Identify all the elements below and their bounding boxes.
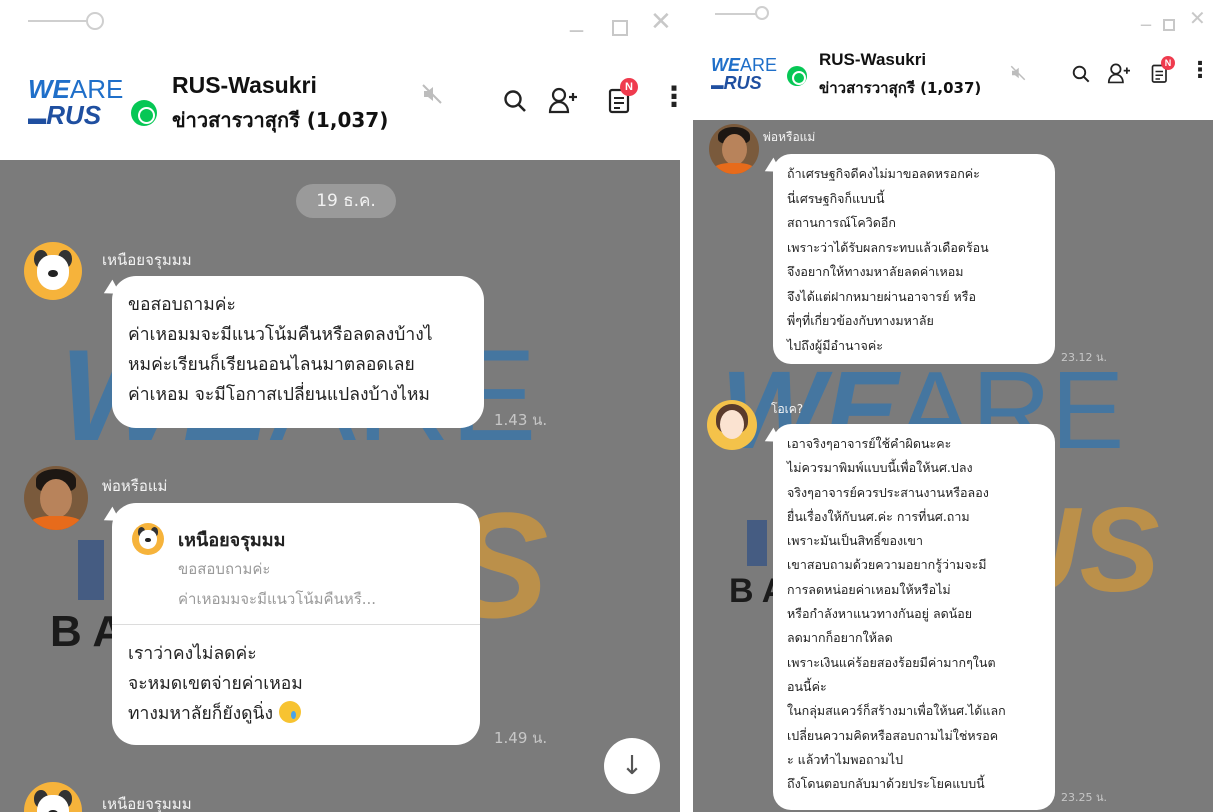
message-line: เอาจริงๆอาจารย์ใช้คำผิดนะคะ xyxy=(787,436,952,451)
avatar[interactable] xyxy=(709,124,759,174)
quote-avatar xyxy=(132,523,164,555)
message-line: อนนี้ค่ะ xyxy=(787,678,827,694)
message-line: จึงได้แต่ฝากหมายผ่านอาจารย์ หรือ xyxy=(787,288,976,304)
quote-text: ค่าเหอมมจะมีแนวโน้มคืนหรื... xyxy=(178,590,377,608)
message-line: ยื่นเรื่องให้กับนศ.ค่ะ การที่นศ.ถาม xyxy=(787,508,970,524)
sender-name: เหนือยจรุมมม xyxy=(102,795,192,812)
message-line: ะ แล้วทำไมพอถามไป xyxy=(787,751,904,767)
avatar[interactable] xyxy=(24,242,82,300)
message-line: การลดหน่อยค่าเหอมให้หรือไม่ xyxy=(787,581,951,597)
close-icon[interactable]: ✕ xyxy=(650,8,672,36)
avatar[interactable] xyxy=(707,400,757,450)
mute-icon xyxy=(420,82,444,112)
chat-area[interactable]: WEARE US B A 19 ธ.ค. เหนือยจรุมมม ขอสอบถ… xyxy=(0,160,680,812)
menu-icon[interactable]: ⋮ xyxy=(660,80,680,113)
close-icon[interactable]: ✕ xyxy=(1189,4,1206,32)
group-status-icon xyxy=(131,100,157,126)
avatar[interactable] xyxy=(24,466,88,530)
chat-window-left: _ ✕ WEARE ▬RUS RUS-Wasukri ข่าวสารวาสุกร… xyxy=(0,0,680,812)
group-subtitle[interactable]: ข่าวสารวาสุกรี (1,037) xyxy=(819,76,981,100)
chat-area[interactable]: WEARE US B A พ่อหรือแม่ ถ้าเศรษฐกิจดีคงไ… xyxy=(693,120,1213,812)
crying-emoji-icon xyxy=(278,701,301,723)
message-line: หมค่ะเรียนก็เรียนออนไลนมาตลอดเลย xyxy=(128,355,415,375)
minimize-icon[interactable]: _ xyxy=(1141,0,1151,28)
date-separator: 19 ธ.ค. xyxy=(296,184,396,218)
message-line: พี่ๆที่เกี่ยวข้องกับทางมหาลัย xyxy=(787,313,934,328)
message-line: หรือกำลังหาแนวทางกันอยู่ ลดน้อย xyxy=(787,606,973,622)
message-line: ค่าเหอมมจะมีแนวโน้มคืนหรือลดลงบ้างไ xyxy=(128,325,433,345)
sender-name: พ่อหรือแม่ xyxy=(102,477,168,495)
opacity-slider-track[interactable] xyxy=(28,20,88,22)
message-line: ขอสอบถามค่ะ xyxy=(128,295,236,315)
quote-sender: เหนือยจรุมมม xyxy=(178,530,286,551)
menu-icon[interactable]: ⋮ xyxy=(1189,58,1211,83)
mute-icon xyxy=(1009,64,1027,86)
search-icon[interactable] xyxy=(502,88,528,118)
message-time: 1.49 น. xyxy=(494,729,548,747)
message-line: เพราะว่าได้รับผลกระทบแล้วเดือดร้อน xyxy=(787,239,989,255)
message-line: ทางมหาลัยก็ยังดูนิ่ง xyxy=(128,704,274,724)
message-line: เราว่าคงไม่ลดค่ะ xyxy=(128,644,257,664)
window-gap xyxy=(680,0,693,812)
reply-bubble[interactable]: เหนือยจรุมมม ขอสอบถามค่ะ ค่าเหอมมจะมีแนว… xyxy=(112,503,480,745)
message-line: เปลี่ยนความคิดหรือสอบถามไม่ใช่หรอค xyxy=(787,727,999,743)
avatar[interactable] xyxy=(24,782,82,812)
message-time: 23.25 น. xyxy=(1061,791,1108,804)
group-name: RUS-Wasukri xyxy=(172,72,317,98)
message-line: ไม่ควรมาพิมพ์แบบนี้เพื่อให้นศ.ปลง xyxy=(787,460,973,476)
message-line: ค่าเหอม จะมีโอกาสเปลี่ยนแปลงบ้างไหม xyxy=(128,385,430,405)
watermark-pixels xyxy=(78,540,104,600)
message-line: สถานการณ์โควิดอีก xyxy=(787,215,896,230)
message-line: เพราะเงินแค่ร้อยสองร้อยมีค่ามากๆในต xyxy=(787,654,996,670)
sender-name: โอเค? xyxy=(771,402,804,416)
message-line: นี่เศรษฐกิจก็แบบนี้ xyxy=(787,190,885,206)
message-line: เขาสอบถามด้วยความอยากรู้ว่ามจะมี xyxy=(787,557,987,573)
search-icon[interactable] xyxy=(1071,64,1091,88)
message-bubble[interactable]: ขอสอบถามค่ะ ค่าเหอมมจะมีแนวโน้มคืนหรือลด… xyxy=(112,276,484,428)
message-bubble[interactable]: ถ้าเศรษฐกิจดีคงไม่มาขอลดหรอกค่ะ นี่เศรษฐ… xyxy=(773,154,1055,364)
message-time: 1.43 น. xyxy=(494,411,548,429)
group-logo: WEARE ▬RUS xyxy=(28,74,124,130)
message-line: เพราะมันเป็นสิทธิ์ของเขา xyxy=(787,533,923,549)
add-friend-icon[interactable] xyxy=(1107,62,1131,88)
opacity-slider-knob[interactable] xyxy=(86,12,104,30)
quoted-message[interactable]: เหนือยจรุมมม ขอสอบถามค่ะ ค่าเหอมมจะมีแนว… xyxy=(112,503,480,625)
message-line: จึงอยากให้ทางมหาลัยลดค่าเหอม xyxy=(787,264,964,279)
add-friend-icon[interactable] xyxy=(548,86,578,118)
group-subtitle[interactable]: ข่าวสารวาสุกรี (1,037) xyxy=(172,104,388,136)
quote-text: ขอสอบถามค่ะ xyxy=(178,560,271,578)
message-line: ลดมากก็อยากให้ลด xyxy=(787,630,893,646)
message-time: 23.12 น. xyxy=(1061,351,1108,364)
message-line: ในกลุ่มสแควร์ก็สร้างมาเพื่อให้นศ.ได้แลก xyxy=(787,703,1006,719)
chat-header: WEARE ▬RUS RUS-Wasukri ข่าวสารวาสุกรี (1… xyxy=(0,44,680,160)
scroll-down-button[interactable]: ↓ xyxy=(604,738,660,794)
chat-window-right: _ ✕ WEARE ▬RUS RUS-Wasukri ข่าวสารวาสุกร… xyxy=(693,0,1213,812)
group-name: RUS-Wasukri xyxy=(819,50,927,69)
group-logo: WEARE ▬RUS xyxy=(711,55,778,93)
opacity-slider-knob[interactable] xyxy=(755,6,769,20)
message-line: จริงๆอาจารย์ควรประสานงานหรือลอง xyxy=(787,484,989,500)
message-bubble[interactable]: เอาจริงๆอาจารย์ใช้คำผิดนะคะ ไม่ควรมาพิมพ… xyxy=(773,424,1055,810)
sender-name: พ่อหรือแม่ xyxy=(763,130,816,144)
maximize-icon[interactable] xyxy=(612,14,628,42)
group-status-icon xyxy=(787,66,807,86)
sender-name: เหนือยจรุมมม xyxy=(102,251,192,269)
watermark-pixels xyxy=(747,520,767,566)
message-line: จะหมดเขตจ่ายค่าเหอม xyxy=(128,674,303,694)
title-bar: _ ✕ xyxy=(0,0,680,44)
notes-badge: N xyxy=(620,78,638,96)
message-line: ถ้าเศรษฐกิจดีคงไม่มาขอลดหรอกค่ะ xyxy=(787,166,980,181)
message-line: ถึงโดนตอบกลับมาด้วยประโยคแบบนี้ xyxy=(787,776,985,792)
message-line: ไปถึงผู้มีอำนาจค่ะ xyxy=(787,337,883,353)
minimize-icon[interactable]: _ xyxy=(570,4,583,32)
title-bar: _ ✕ xyxy=(693,0,1213,34)
chat-header: WEARE ▬RUS RUS-Wasukri ข่าวสารวาสุกรี (1… xyxy=(693,34,1213,120)
notes-badge: N xyxy=(1161,56,1175,70)
